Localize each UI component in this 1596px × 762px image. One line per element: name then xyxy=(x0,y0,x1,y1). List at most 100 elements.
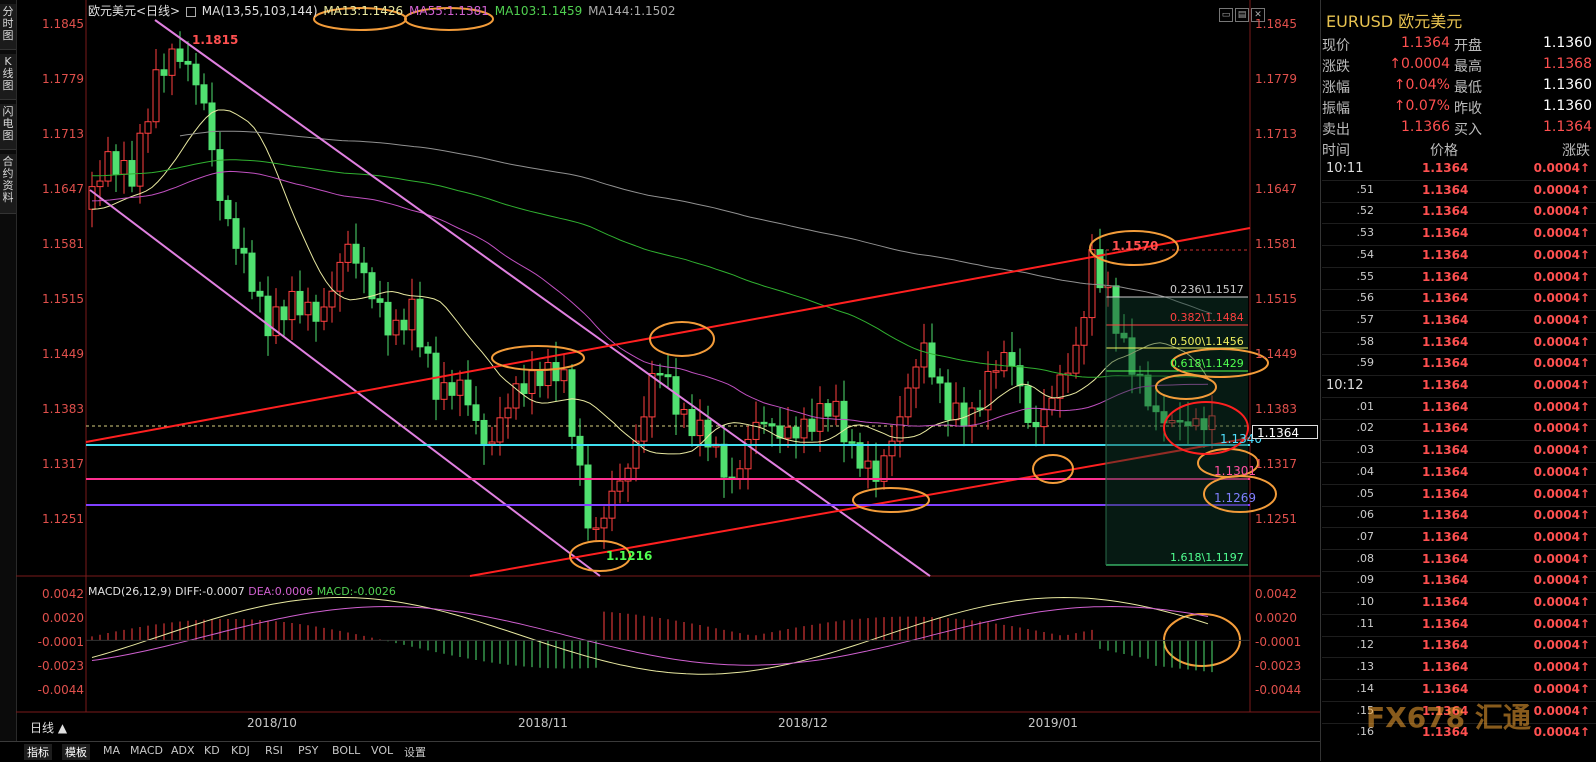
candle-body xyxy=(344,243,352,263)
tick-divider xyxy=(1322,310,1596,312)
tick-price: 1.1364 xyxy=(1422,616,1469,631)
tick-time: .57 xyxy=(1356,312,1375,326)
price-axis-label-right: 1.1251 xyxy=(1255,512,1297,526)
candle-body xyxy=(1080,317,1088,346)
candle-body xyxy=(680,408,688,415)
quote-row: 现价 1.1364 开盘 1.1360 xyxy=(1322,35,1596,56)
tick-price: 1.1364 xyxy=(1422,638,1469,653)
quote-value: ↑0.07% xyxy=(1393,98,1450,114)
highlight-ellipse xyxy=(649,321,715,357)
low-label: 1.1216 xyxy=(606,549,653,563)
tab-psy[interactable]: PSY xyxy=(298,744,318,757)
support3-label: 1.1269 xyxy=(1214,491,1256,505)
quote-title: EURUSD 欧元美元 xyxy=(1326,12,1463,31)
candle-body xyxy=(944,382,952,421)
tab-kd[interactable]: KD xyxy=(204,744,220,757)
candle-body xyxy=(168,48,176,76)
candle-body xyxy=(1056,374,1064,399)
highlight-ellipse xyxy=(852,487,930,513)
ma13-value: MA13:1.1426 xyxy=(323,4,404,18)
candle-body xyxy=(392,319,400,336)
quote-label: 振幅 xyxy=(1322,101,1350,117)
candle-body xyxy=(464,379,472,406)
ma103-value: MA103:1.1459 xyxy=(494,4,583,18)
settings-icon[interactable]: ▤ xyxy=(1235,8,1249,22)
candle-body xyxy=(176,48,184,62)
period-tab[interactable]: 日线 ▲ xyxy=(30,719,67,736)
tick-time: .13 xyxy=(1356,660,1375,674)
candle-body xyxy=(992,370,1000,373)
tab-ma[interactable]: MA xyxy=(103,744,120,757)
tab-vol[interactable]: VOL xyxy=(371,744,393,757)
quote-label: 最高 xyxy=(1454,59,1482,75)
tab-rsi[interactable]: RSI xyxy=(265,744,283,757)
macd-axis-label: 0.0042 xyxy=(42,587,84,601)
macd-axis-label: 0.0020 xyxy=(42,611,84,625)
candle-body xyxy=(400,319,408,331)
candle-body xyxy=(88,186,96,210)
tick-row: .57 1.1364 0.0004↑ xyxy=(1322,313,1596,334)
quote-label: 最低 xyxy=(1454,80,1482,96)
tab-indicators[interactable]: 指标 xyxy=(24,744,52,760)
tick-row: .54 1.1364 0.0004↑ xyxy=(1322,248,1596,269)
candle-body xyxy=(432,352,440,400)
tick-change: 0.0004↑ xyxy=(1533,595,1590,609)
tab-boll[interactable]: BOLL xyxy=(332,744,360,757)
candle-body xyxy=(800,418,808,439)
ma-params: MA(13,55,103,144) xyxy=(201,4,318,18)
tab-settings[interactable]: 设置 xyxy=(404,744,426,760)
candle-body xyxy=(488,441,496,445)
quote-label: 开盘 xyxy=(1454,38,1482,54)
tick-row: .58 1.1364 0.0004↑ xyxy=(1322,335,1596,356)
price-axis-label-right: 1.1647 xyxy=(1255,182,1297,196)
price-axis-label: 1.1779 xyxy=(42,72,84,86)
tab-templates[interactable]: 模板 xyxy=(62,744,90,760)
quote-value: 1.1360 xyxy=(1543,98,1592,114)
candle-body xyxy=(104,151,112,182)
candle-body xyxy=(824,403,832,417)
tab-adx[interactable]: ADX xyxy=(171,744,195,757)
tick-row: .13 1.1364 0.0004↑ xyxy=(1322,660,1596,681)
candle-body xyxy=(520,383,528,394)
tick-change: 0.0004↑ xyxy=(1533,703,1590,718)
tick-time: .08 xyxy=(1356,551,1375,565)
tick-price: 1.1364 xyxy=(1422,182,1469,197)
date-axis-label: 2018/12 xyxy=(778,716,828,730)
quote-row: 卖出 1.1366 买入 1.1364 xyxy=(1322,119,1596,140)
candle-body xyxy=(456,379,464,396)
tick-divider xyxy=(1322,418,1596,420)
tick-time: .56 xyxy=(1356,291,1375,305)
restore-icon[interactable]: ▭ xyxy=(1219,8,1233,22)
tick-row: .11 1.1364 0.0004↑ xyxy=(1322,617,1596,638)
tick-change: 0.0004↑ xyxy=(1533,616,1590,631)
quote-label: 现价 xyxy=(1322,38,1350,54)
candle-body xyxy=(312,301,320,322)
macd-dea: DEA:0.0006 xyxy=(248,585,314,598)
tick-time: .02 xyxy=(1356,421,1375,435)
candle-body xyxy=(1048,397,1056,411)
tick-row: 10:11 1.1364 0.0004↑ xyxy=(1322,161,1596,182)
candle-body xyxy=(528,370,536,394)
high-label: 1.1815 xyxy=(192,33,239,47)
chart-header: 欧元美元<日线> MA(13,55,103,144) MA13:1.1426 M… xyxy=(88,2,678,18)
tick-time: .07 xyxy=(1356,529,1375,543)
candle-body xyxy=(592,527,600,530)
kline-chart[interactable] xyxy=(0,0,1320,741)
tick-time: .53 xyxy=(1356,226,1375,240)
tick-row: .03 1.1364 0.0004↑ xyxy=(1322,443,1596,464)
macd-value: MACD:-0.0026 xyxy=(316,585,396,598)
tab-macd[interactable]: MACD xyxy=(130,744,163,757)
ma144-value: MA144:1.1502 xyxy=(588,4,676,18)
macd-diff: DIFF:-0.0007 xyxy=(175,585,245,598)
candle-body xyxy=(904,387,912,418)
tick-row: .56 1.1364 0.0004↑ xyxy=(1322,291,1596,312)
quote-label: 涨跌 xyxy=(1322,59,1350,75)
tick-price: 1.1364 xyxy=(1422,356,1469,371)
tick-divider xyxy=(1322,331,1596,333)
tab-kdj[interactable]: KDJ xyxy=(231,744,250,757)
tick-time: .01 xyxy=(1356,399,1375,413)
tick-row: .51 1.1364 0.0004↑ xyxy=(1322,183,1596,204)
candle-body xyxy=(912,366,920,389)
candle-body xyxy=(352,243,360,264)
candle-body xyxy=(184,60,192,65)
